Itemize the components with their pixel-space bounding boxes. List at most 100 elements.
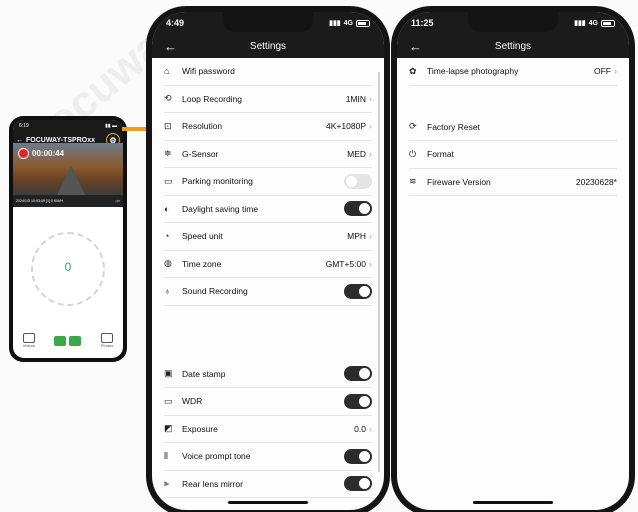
setting-value: MPH [347,231,366,242]
setting-row[interactable]: ▭ WDR [164,388,372,416]
road-image [57,165,85,195]
speed-icon: ◔ [164,231,170,242]
parking-icon: ▭ [164,175,173,186]
setting-value: 20230628* [575,176,617,187]
settings-phone-2: 11:25 ▮▮▮ 4G ← Settings ✿ Time-lapse phot… [391,6,635,512]
setting-row[interactable]: ▣ Date stamp [164,361,372,388]
setting-value: MED [347,148,366,159]
status-icons: ▮▮▮ 4G [574,19,615,27]
g-sensor-icon: ≑ [164,148,172,159]
setting-label: Daylight saving time [182,203,259,214]
videos-button[interactable]: Videos [22,333,35,348]
setting-row[interactable]: ◩ Exposure 0.0 › [164,416,372,443]
setting-label: WDR [182,396,203,407]
settings-list: ⌂ Wifi password ⟲ Loop Recording 1MIN › ⊡ Resol… [152,58,384,306]
setting-row[interactable]: ⫸ Rear lens mirror [164,471,372,498]
videos-icon [22,333,35,343]
setting-row[interactable]: ✿ Time-lapse photography OFF › [409,58,617,86]
setting-row[interactable]: ≋ Fireware Version 20230628* [409,169,617,196]
setting-toggle[interactable] [344,448,372,464]
small-status-bar: 6:19 ▮▮ ▬ [13,120,123,129]
setting-toggle[interactable] [344,283,372,299]
status-bar: 11:25 ▮▮▮ 4G [397,12,629,34]
setting-label: Time zone [182,258,222,269]
setting-value: OFF [594,66,611,77]
scrollbar[interactable] [378,72,380,472]
info-text: 2024/1/3 10:03:09 [1] 0 KM/H [16,199,63,203]
camera-icon[interactable] [54,335,67,346]
setting-label: Date stamp [182,368,226,379]
setting-row[interactable]: ⦀ Voice prompt tone [164,443,372,471]
setting-label: G-Sensor [182,148,219,159]
small-phone-screen: 6:19 ▮▮ ▬ ← FOCUWAY-TSPROxx ⚙ 00:00:44 2… [13,120,123,358]
setting-row[interactable]: ⏻ Format [409,141,617,169]
setting-value: 1MIN [345,93,366,104]
capture-buttons[interactable] [54,335,82,346]
home-indicator[interactable] [228,501,308,504]
speed-number: 0 [64,260,72,274]
setting-row[interactable]: ♁ Sound Recording [164,278,372,306]
status-time: 11:25 [411,18,434,28]
setting-value: 4K+1080P [326,121,366,132]
photos-icon [100,333,113,343]
chevron-right-icon: › [369,148,372,159]
setting-toggle[interactable] [344,476,372,492]
setting-row[interactable]: ◔ Speed unit MPH › [164,223,372,251]
chevron-right-icon: › [369,231,372,242]
home-indicator[interactable] [473,501,553,504]
videos-label: Videos [22,343,35,348]
battery-icon [356,19,370,27]
network-label: 4G [588,19,598,27]
setting-label: Sound Recording [182,286,248,297]
chevron-right-icon: › [369,121,372,132]
list-gap [152,306,384,361]
setting-label: Voice prompt tone [182,451,251,462]
mute-icon[interactable]: ◁× [115,199,120,203]
photos-button[interactable]: Photos [100,333,113,348]
date-stamp-icon: ▣ [164,368,173,379]
setting-label: Exposure [182,423,218,434]
status-bar: 4:49 ▮▮▮ 4G [152,12,384,34]
setting-value: GMT+5:00 [325,258,366,269]
time-lapse-icon: ✿ [409,65,417,76]
wdr-icon: ▭ [164,395,173,406]
setting-toggle[interactable] [344,366,372,382]
network-label: 4G [343,19,353,27]
chevron-right-icon: › [614,66,617,77]
setting-row[interactable]: ⊡ Resolution 4K+1080P › [164,113,372,141]
setting-toggle[interactable] [344,393,372,409]
camera-switch-icon[interactable] [69,335,82,346]
setting-label: Resolution [182,121,223,132]
wifi-icon: ⌂ [164,66,170,77]
setting-row[interactable]: ≑ G-Sensor MED › [164,141,372,168]
speed-value: 0 [13,260,123,274]
power-icon: ⏻ [409,148,417,159]
setting-row[interactable]: ◐ Daylight saving time [164,196,372,223]
small-signal-icon: ▮▮ ▬ [105,123,117,129]
setting-toggle[interactable] [344,173,372,189]
daylight-icon: ◐ [164,203,170,214]
setting-row[interactable]: ▭ Parking monitoring [164,168,372,196]
setting-label: Loop Recording [182,93,243,104]
setting-row[interactable]: ◍ Time zone GMT+5:00 › [164,251,372,278]
setting-toggle[interactable] [344,201,372,217]
battery-icon [601,19,615,27]
globe-icon: ◍ [164,258,172,269]
live-video-preview[interactable]: 00:00:44 [13,143,123,195]
setting-label: Parking monitoring [182,176,253,187]
signal-icon: ▮▮▮ [574,20,586,27]
small-phone: 6:19 ▮▮ ▬ ← FOCUWAY-TSPROxx ⚙ 00:00:44 2… [9,116,127,362]
nav-bar: ← Settings [397,34,629,58]
setting-label: Fireware Version [427,176,491,187]
setting-value: 0.0 [354,423,366,434]
record-dot-icon[interactable] [18,148,29,159]
setting-label: Rear lens mirror [182,478,243,489]
loop-icon: ⟲ [164,93,172,104]
setting-label: Speed unit [182,231,223,242]
setting-row[interactable]: ⌂ Wifi password [164,58,372,86]
setting-label: Format [427,149,454,160]
status-time: 4:49 [166,18,185,28]
recording-time: 00:00:44 [32,149,65,158]
setting-row[interactable]: ⟳ Factory Reset [409,114,617,141]
setting-row[interactable]: ⟲ Loop Recording 1MIN › [164,86,372,113]
